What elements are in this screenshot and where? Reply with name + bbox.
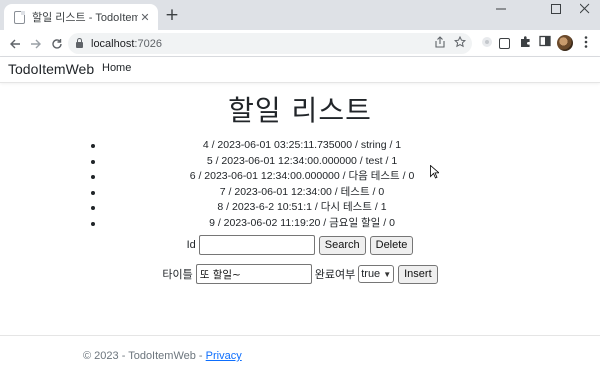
title-label: 타이틀 (162, 269, 193, 281)
todo-item: 5 / 2023-06-01 12:34:00.000000 / test / … (86, 154, 518, 170)
brand-link[interactable]: TodoItemWeb (8, 61, 94, 77)
browser-tab-strip: 할일 리스트 - TodoItemWeb ✕ + (0, 0, 600, 30)
reload-button[interactable] (47, 34, 67, 54)
more-menu-icon[interactable] (578, 35, 594, 51)
privacy-link[interactable]: Privacy (206, 350, 242, 362)
maximize-icon (551, 4, 561, 14)
back-button[interactable] (5, 34, 25, 54)
id-label: Id (186, 239, 196, 251)
mouse-cursor-icon (430, 165, 439, 179)
chevron-down-icon: ▼ (383, 269, 392, 279)
new-tab-button[interactable]: + (163, 6, 181, 24)
address-bar[interactable]: localhost:7026 (68, 33, 472, 54)
back-arrow-icon (10, 39, 20, 49)
todo-item: 9 / 2023-06-02 11:19:20 / 금요일 할일 / 0 (86, 216, 518, 232)
window-maximize-button[interactable] (541, 0, 571, 18)
todo-list: 4 / 2023-06-01 03:25:11.735000 / string … (86, 138, 518, 232)
window-minimize-button[interactable] (486, 0, 516, 18)
page-title: 할일 리스트 (228, 94, 372, 127)
tab-close-icon[interactable]: ✕ (138, 11, 152, 24)
site-footer: © 2023 - TodoItemWeb - Privacy (0, 335, 600, 375)
forward-button[interactable] (26, 34, 46, 54)
insert-form: 타이틀 완료여부 true ▼ Insert (0, 264, 600, 284)
todo-item: 8 / 2023-6-2 10:51:1 / 다시 테스트 / 1 (86, 200, 518, 216)
window-close-button[interactable] (570, 0, 600, 18)
done-select[interactable]: true ▼ (358, 265, 395, 283)
browser-tab[interactable]: 할일 리스트 - TodoItemWeb ✕ (4, 4, 158, 30)
url-host: localhost (91, 37, 135, 50)
close-icon (579, 3, 590, 14)
bookmark-star-icon[interactable] (453, 35, 467, 52)
tab-title: 할일 리스트 - TodoItemWeb (32, 12, 138, 24)
side-panel-icon[interactable] (537, 35, 553, 51)
title-input[interactable] (195, 264, 312, 284)
extension-box-icon[interactable] (499, 38, 510, 49)
todo-item: 4 / 2023-06-01 03:25:11.735000 / string … (86, 138, 518, 154)
extension-puzzle-faded-icon[interactable] (479, 35, 495, 51)
copyright-text: © 2023 - TodoItemWeb - (83, 350, 206, 362)
lock-icon (76, 38, 83, 48)
reload-icon (52, 39, 62, 49)
web-page: TodoItemWeb Home 할일 리스트 4 / 2023-06-01 0… (0, 57, 600, 375)
id-input[interactable] (198, 235, 315, 255)
id-form: Id Search Delete (0, 235, 600, 255)
site-navbar: TodoItemWeb Home (0, 57, 600, 83)
todo-item: 7 / 2023-06-01 12:34:00 / 테스트 / 0 (86, 185, 518, 201)
extensions-puzzle-icon[interactable] (517, 35, 533, 51)
forward-arrow-icon (31, 39, 41, 49)
profile-avatar[interactable] (557, 35, 573, 51)
page-icon (14, 10, 25, 24)
browser-toolbar: localhost:7026 (0, 30, 600, 57)
search-button[interactable]: Search (318, 235, 366, 255)
share-icon[interactable] (434, 36, 446, 52)
url-port: :7026 (134, 37, 162, 50)
delete-button[interactable]: Delete (369, 235, 414, 255)
done-select-value: true (361, 268, 381, 280)
footer-text: © 2023 - TodoItemWeb - Privacy (83, 350, 242, 362)
insert-button[interactable]: Insert (398, 264, 438, 284)
nav-home-link[interactable]: Home (102, 62, 131, 74)
done-label: 완료여부 (314, 269, 356, 281)
todo-item: 6 / 2023-06-01 12:34:00.000000 / 다음 테스트 … (86, 169, 518, 185)
minimize-icon (496, 8, 506, 10)
